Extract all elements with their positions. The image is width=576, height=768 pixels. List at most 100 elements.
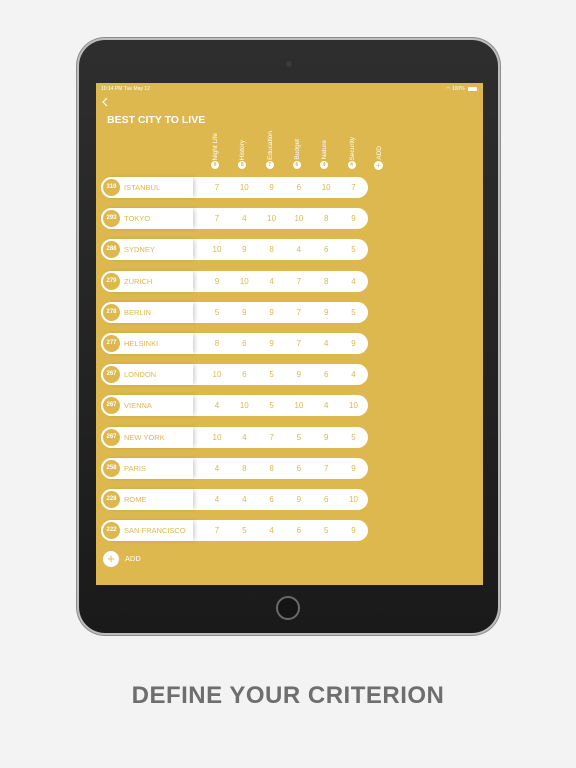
criterion-label: Nature (321, 140, 329, 160)
city-score-badge: 267 (103, 366, 120, 384)
criterion-header[interactable]: Nature 4 (313, 123, 339, 169)
criterion-value[interactable]: 9 (341, 458, 367, 479)
criterion-value[interactable]: 9 (204, 271, 230, 292)
criterion-value[interactable]: 8 (259, 458, 285, 479)
criterion-value[interactable]: 4 (204, 489, 230, 510)
criterion-value[interactable]: 9 (341, 520, 367, 541)
city-row[interactable]: 278 BERLIN 5 9 9 7 9 5 (101, 301, 368, 323)
criterion-value[interactable]: 5 (313, 520, 339, 541)
criterion-value[interactable]: 10 (341, 489, 367, 510)
criterion-value[interactable]: 5 (231, 520, 257, 541)
criterion-value[interactable]: 6 (313, 364, 339, 385)
criterion-value[interactable]: 4 (231, 427, 257, 448)
back-button[interactable] (101, 97, 109, 107)
criterion-value[interactable]: 4 (341, 364, 367, 385)
criterion-value[interactable]: 7 (259, 427, 285, 448)
criterion-value[interactable]: 5 (204, 302, 230, 323)
city-row[interactable]: 258 PARIS 4 8 8 6 7 9 (101, 457, 368, 479)
criterion-header[interactable]: Budget 6 (286, 123, 312, 169)
criterion-value[interactable]: 9 (259, 302, 285, 323)
criterion-value[interactable]: 9 (259, 333, 285, 354)
city-row[interactable]: 228 ROME 4 4 6 9 6 10 (101, 489, 368, 510)
home-button[interactable] (276, 596, 300, 620)
criterion-value[interactable]: 8 (204, 333, 230, 354)
criterion-value[interactable]: 4 (313, 395, 339, 416)
criterion-value[interactable]: 5 (259, 395, 285, 416)
criterion-value[interactable]: 4 (204, 458, 230, 479)
criterion-value[interactable]: 7 (286, 333, 312, 354)
criterion-value[interactable]: 9 (341, 333, 367, 354)
city-row[interactable]: 279 ZURICH 9 10 4 7 8 4 (101, 270, 368, 292)
criterion-label: Security (348, 136, 356, 160)
city-name-cell: 278 BERLIN (101, 301, 193, 323)
criterion-value[interactable]: 9 (313, 427, 339, 448)
criterion-value[interactable]: 5 (341, 302, 367, 323)
criterion-header[interactable]: Education 7 (259, 123, 285, 169)
criterion-value[interactable]: 10 (231, 395, 257, 416)
criterion-value[interactable]: 6 (286, 177, 312, 198)
criterion-value[interactable]: 4 (313, 333, 339, 354)
criterion-value[interactable]: 4 (341, 271, 367, 292)
criterion-value[interactable]: 7 (286, 271, 312, 292)
criterion-value[interactable]: 5 (259, 364, 285, 385)
criterion-weight-badge: 8 (238, 161, 247, 169)
criterion-value[interactable]: 10 (341, 395, 367, 416)
city-row[interactable]: 293 TOKYO 7 4 10 10 8 9 (101, 208, 368, 230)
criterion-value[interactable]: 9 (313, 302, 339, 323)
city-row[interactable]: 222 SAN FRANCISCO 7 5 4 6 5 9 (101, 520, 368, 542)
criterion-value[interactable]: 9 (231, 239, 257, 260)
criterion-value[interactable]: 6 (286, 520, 312, 541)
criterion-value[interactable]: 7 (204, 208, 230, 229)
criterion-value[interactable]: 9 (231, 302, 257, 323)
criterion-value[interactable]: 4 (204, 395, 230, 416)
add-criterion-button[interactable]: ADD + (368, 123, 394, 170)
criterion-value[interactable]: 7 (286, 302, 312, 323)
criterion-value[interactable]: 4 (286, 239, 312, 260)
criterion-value[interactable]: 10 (313, 177, 339, 198)
criterion-value[interactable]: 10 (204, 239, 230, 260)
criterion-value[interactable]: 10 (231, 271, 257, 292)
criterion-value[interactable]: 10 (286, 208, 312, 229)
city-score-badge: 267 (103, 397, 120, 415)
criterion-value[interactable]: 4 (259, 520, 285, 541)
criterion-value[interactable]: 5 (341, 427, 367, 448)
criterion-value[interactable]: 9 (286, 489, 312, 510)
criterion-header[interactable]: History 8 (231, 123, 257, 169)
city-row[interactable]: 267 NEW YORK 10 4 7 5 9 5 (101, 426, 368, 448)
criterion-value[interactable]: 4 (231, 208, 257, 229)
criterion-value[interactable]: 8 (259, 239, 285, 260)
criterion-value[interactable]: 9 (259, 177, 285, 198)
criterion-value[interactable]: 8 (231, 458, 257, 479)
criterion-value[interactable]: 4 (259, 271, 285, 292)
criterion-value[interactable]: 10 (231, 177, 257, 198)
city-row[interactable]: 288 SYDNEY 10 9 8 4 6 5 (101, 239, 368, 261)
criterion-value[interactable]: 6 (313, 489, 339, 510)
criterion-value[interactable]: 7 (313, 458, 339, 479)
criterion-value[interactable]: 6 (286, 458, 312, 479)
criterion-value[interactable]: 10 (204, 427, 230, 448)
criterion-value[interactable]: 6 (231, 364, 257, 385)
criterion-value[interactable]: 8 (313, 208, 339, 229)
city-row[interactable]: 310 ISTANBUL 7 10 9 6 10 7 (101, 177, 368, 198)
criterion-value[interactable]: 6 (231, 333, 257, 354)
criterion-value[interactable]: 9 (341, 208, 367, 229)
criterion-value[interactable]: 10 (204, 364, 230, 385)
city-row[interactable]: 267 LONDON 10 6 5 9 6 4 (101, 364, 368, 386)
criterion-value[interactable]: 5 (341, 239, 367, 260)
criterion-value[interactable]: 6 (259, 489, 285, 510)
criterion-value[interactable]: 10 (259, 208, 285, 229)
criterion-header[interactable]: Night Life 9 (204, 123, 230, 169)
criterion-value[interactable]: 9 (286, 364, 312, 385)
criterion-value[interactable]: 5 (286, 427, 312, 448)
criterion-header[interactable]: Security 4 (341, 123, 367, 169)
criterion-value[interactable]: 7 (341, 177, 367, 198)
criterion-value[interactable]: 7 (204, 520, 230, 541)
criterion-value[interactable]: 6 (313, 239, 339, 260)
criterion-value[interactable]: 10 (286, 395, 312, 416)
criterion-value[interactable]: 7 (204, 177, 230, 198)
city-row[interactable]: 277 HELSINKI 8 6 9 7 4 9 (101, 333, 368, 354)
criterion-value[interactable]: 8 (313, 271, 339, 292)
criterion-value[interactable]: 4 (231, 489, 257, 510)
city-row[interactable]: 267 VIENNA 4 10 5 10 4 10 (101, 395, 368, 417)
add-criterion-label: ADD (375, 146, 383, 160)
